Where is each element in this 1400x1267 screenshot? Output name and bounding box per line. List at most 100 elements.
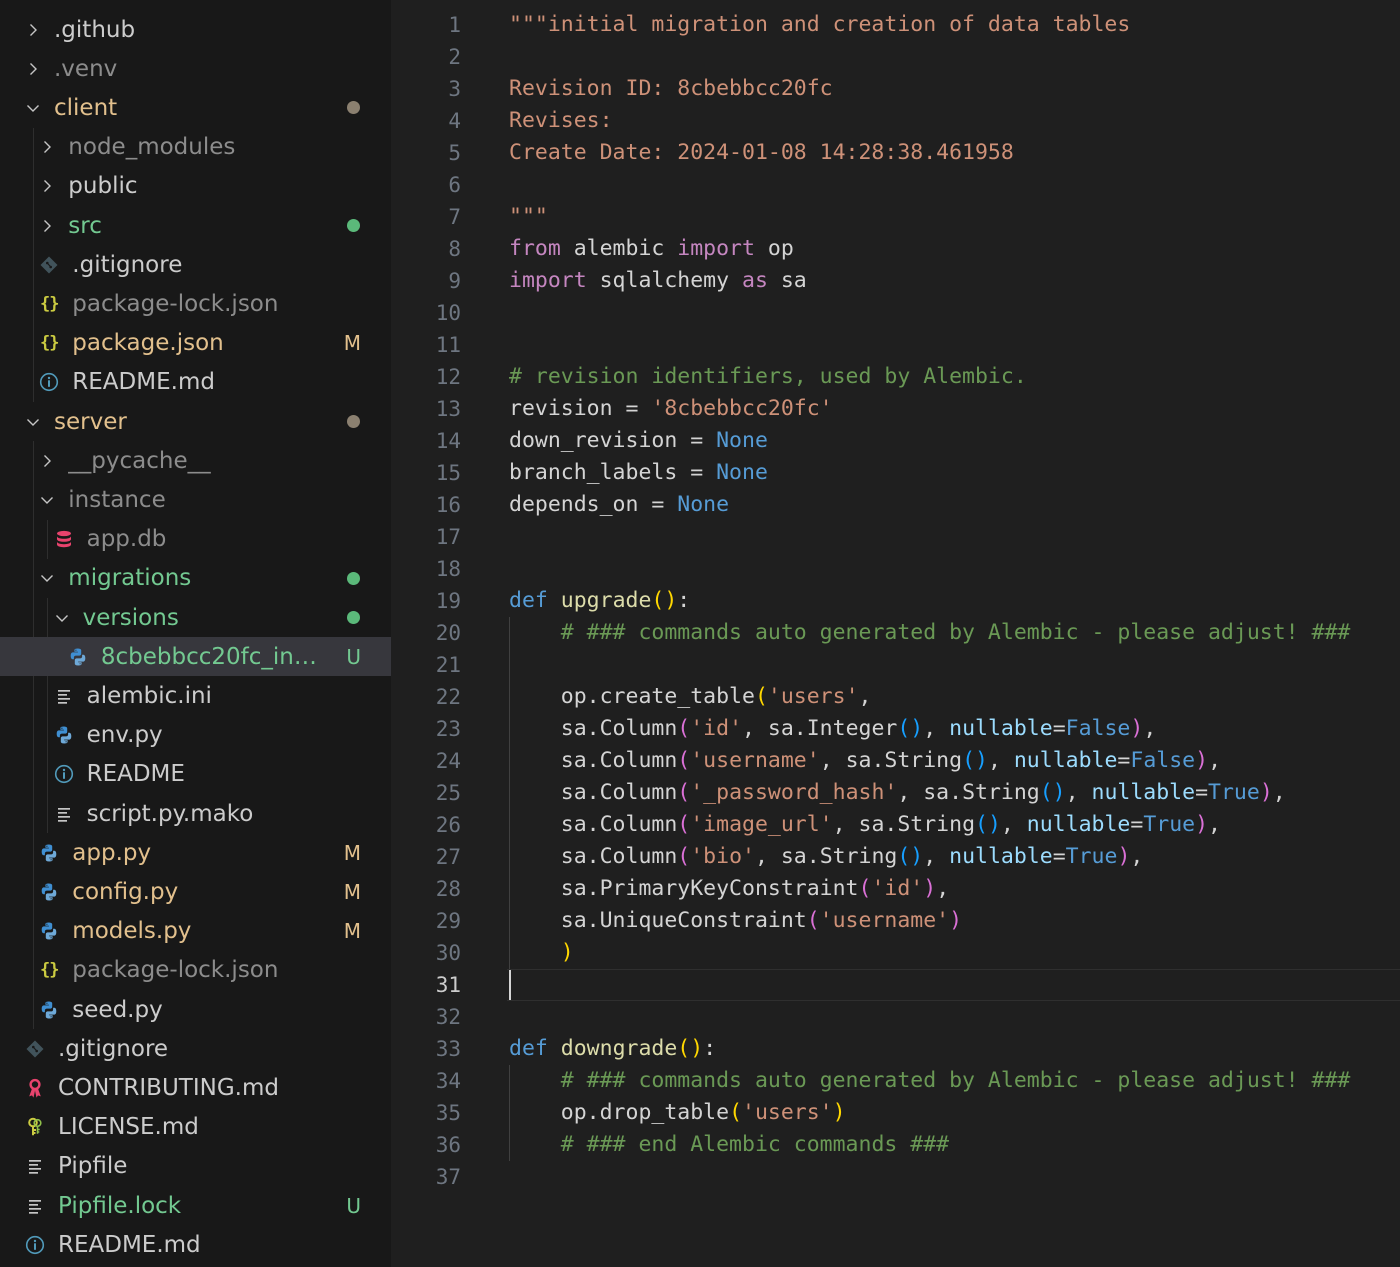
tree-file-readme-md[interactable]: README.md (0, 1225, 391, 1264)
code-line[interactable]: 32 (391, 1001, 1400, 1033)
code-line[interactable]: 24 sa.Column('username', sa.String(), nu… (391, 745, 1400, 777)
tree-folder-node-modules[interactable]: node_modules (0, 128, 391, 167)
git-status-badge: M (343, 840, 361, 865)
code-line[interactable]: 12 # revision identifiers, used by Alembi… (391, 361, 1400, 393)
tree-file-package-json[interactable]: {} package.json M (0, 324, 391, 363)
code-line[interactable]: 18 (391, 553, 1400, 585)
code-line[interactable]: 33 def downgrade(): (391, 1033, 1400, 1065)
code-line[interactable]: 2 (391, 41, 1400, 73)
tree-file-config-py[interactable]: config.py M (0, 872, 391, 911)
code-token: nullable (1013, 748, 1118, 773)
code-line[interactable]: 11 (391, 329, 1400, 361)
tree-item-label: .gitignore (72, 251, 183, 278)
tree-file-readme-md[interactable]: README.md (0, 363, 391, 402)
tree-file-app-db[interactable]: app.db (0, 520, 391, 559)
tree-item-label: Pipfile (58, 1153, 128, 1180)
code-line[interactable]: 4 Revises: (391, 105, 1400, 137)
code-token: , (1130, 844, 1144, 869)
code-line[interactable]: 26 sa.Column('image_url', sa.String(), n… (391, 809, 1400, 841)
code-line[interactable]: 16 depends_on = None (391, 489, 1400, 521)
code-line[interactable]: 5 Create Date: 2024-01-08 14:28:38.461958 (391, 137, 1400, 169)
code-line[interactable]: 3 Revision ID: 8cbebbcc20fc (391, 73, 1400, 105)
tree-file-gitignore[interactable]: .gitignore (0, 1029, 391, 1068)
code-line[interactable]: 10 (391, 297, 1400, 329)
chevron-down-icon[interactable] (25, 100, 41, 116)
tree-folder-versions[interactable]: versions (0, 598, 391, 637)
code-line[interactable]: 8 from alembic import op (391, 233, 1400, 265)
code-line[interactable]: 22 op.create_table('users', (391, 681, 1400, 713)
tree-folder-pycache[interactable]: __pycache__ (0, 441, 391, 480)
chevron-down-icon[interactable] (25, 414, 41, 430)
code-text: depends_on = None (509, 489, 729, 521)
tree-file-package-lock-json[interactable]: {} package-lock.json (0, 284, 391, 323)
code-line[interactable]: 19 def upgrade(): (391, 585, 1400, 617)
tree-file-license-md[interactable]: LICENSE.md (0, 1108, 391, 1147)
code-token: ) (832, 1100, 846, 1125)
code-token: , (1000, 812, 1027, 837)
file-explorer[interactable]: .github .venv client node_modules public src.… (0, 0, 391, 1267)
code-token: downgrade (560, 1036, 678, 1061)
tree-file-package-lock-json[interactable]: {} package-lock.json (0, 951, 391, 990)
code-token: import (677, 236, 755, 261)
code-line[interactable]: 17 (391, 521, 1400, 553)
code-line[interactable]: 28 sa.PrimaryKeyConstraint('id'), (391, 873, 1400, 905)
chevron-right-icon[interactable] (25, 22, 41, 38)
tree-folder-github[interactable]: .github (0, 10, 391, 49)
code-token: 'id' (690, 716, 743, 741)
tree-folder-migrations[interactable]: migrations (0, 559, 391, 598)
code-line[interactable]: 31 (391, 969, 1400, 1001)
tree-file-alembic-ini[interactable]: alembic.ini (0, 676, 391, 715)
code-line[interactable]: 1 """initial migration and creation of da… (391, 9, 1400, 41)
tree-folder-public[interactable]: public (0, 167, 391, 206)
code-token: """ (509, 204, 548, 229)
tree-folder-venv[interactable]: .venv (0, 49, 391, 88)
tree-file-contributing-md[interactable]: CONTRIBUTING.md (0, 1068, 391, 1107)
tree-file-models-py[interactable]: models.py M (0, 912, 391, 951)
code-token: , (1143, 716, 1157, 741)
chevron-down-icon[interactable] (54, 610, 70, 626)
code-token: Revises: (509, 108, 613, 133)
tree-file-seed-py[interactable]: seed.py (0, 990, 391, 1029)
code-line[interactable]: 9 import sqlalchemy as sa (391, 265, 1400, 297)
chevron-right-icon[interactable] (39, 218, 55, 234)
code-editor[interactable]: 1 """initial migration and creation of da… (391, 0, 1400, 1267)
code-token: , (923, 716, 950, 741)
code-line[interactable]: 29 sa.UniqueConstraint('username') (391, 905, 1400, 937)
code-line[interactable]: 36 # ### end Alembic commands ### (391, 1129, 1400, 1161)
tree-folder-instance[interactable]: instance (0, 480, 391, 519)
code-line[interactable]: 20 # ### commands auto generated by Alem… (391, 617, 1400, 649)
code-line[interactable]: 21 (391, 649, 1400, 681)
tree-file-gitignore[interactable]: .gitignore (0, 245, 391, 284)
code-line[interactable]: 6 (391, 169, 1400, 201)
code-line[interactable]: 14 down_revision = None (391, 425, 1400, 457)
tree-file-app-py[interactable]: app.py M (0, 833, 391, 872)
code-line[interactable]: 25 sa.Column('_password_hash', sa.String… (391, 777, 1400, 809)
tree-file-script-py-mako[interactable]: script.py.mako (0, 794, 391, 833)
chevron-right-icon[interactable] (39, 139, 55, 155)
line-number: 15 (435, 461, 461, 485)
code-line[interactable]: 23 sa.Column('id', sa.Integer(), nullabl… (391, 713, 1400, 745)
code-line[interactable]: 37 (391, 1161, 1400, 1193)
chevron-down-icon[interactable] (39, 492, 55, 508)
code-line[interactable]: 7 """ (391, 201, 1400, 233)
code-token: , (1272, 780, 1286, 805)
code-line[interactable]: 35 op.drop_table('users') (391, 1097, 1400, 1129)
chevron-right-icon[interactable] (25, 61, 41, 77)
code-line[interactable]: 27 sa.Column('bio', sa.String(), nullabl… (391, 841, 1400, 873)
tree-file-readme[interactable]: README (0, 755, 391, 794)
tree-folder-src[interactable]: src (0, 206, 391, 245)
code-line[interactable]: 34 # ### commands auto generated by Alem… (391, 1065, 1400, 1097)
code-line[interactable]: 15 branch_labels = None (391, 457, 1400, 489)
chevron-right-icon[interactable] (39, 453, 55, 469)
code-line[interactable]: 30 ) (391, 937, 1400, 969)
tree-folder-client[interactable]: client (0, 88, 391, 127)
tree-file-env-py[interactable]: env.py (0, 716, 391, 755)
tree-file-pipfile[interactable]: Pipfile (0, 1147, 391, 1186)
tree-folder-server[interactable]: server (0, 402, 391, 441)
tree-file-pipfile-lock[interactable]: Pipfile.lock U (0, 1186, 391, 1225)
chevron-down-icon[interactable] (39, 570, 55, 586)
code-line[interactable]: 13 revision = '8cbebbcc20fc' (391, 393, 1400, 425)
code-text: op.drop_table('users') (509, 1097, 846, 1129)
tree-file-8cbebbcc20fc-initia[interactable]: 8cbebbcc20fc_initia... U (0, 637, 391, 677)
chevron-right-icon[interactable] (39, 178, 55, 194)
